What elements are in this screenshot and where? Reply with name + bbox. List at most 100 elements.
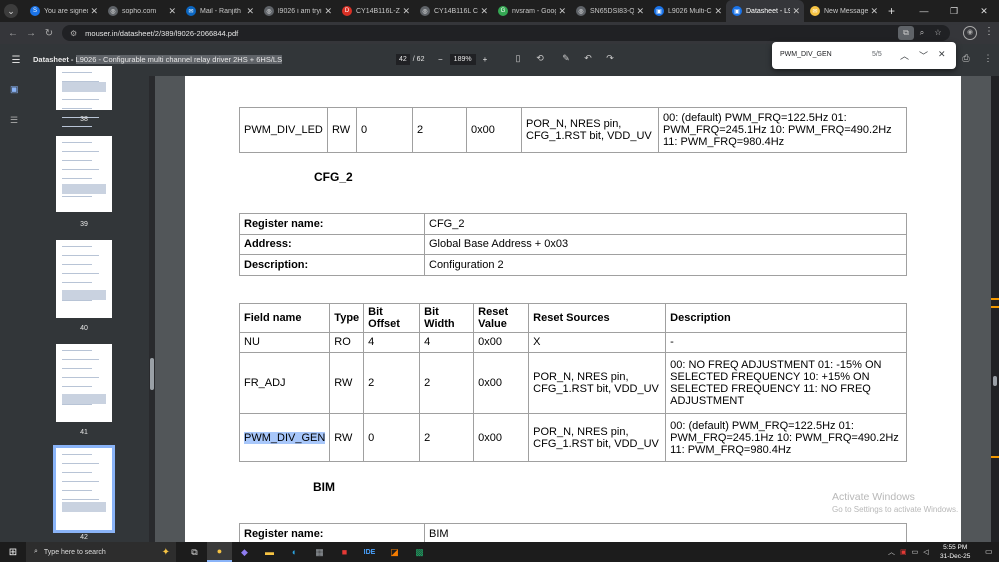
file-explorer-icon[interactable]: ▬ xyxy=(257,542,282,562)
app-red-icon[interactable]: ■ xyxy=(332,542,357,562)
reset-cell: 0x00 xyxy=(473,413,530,462)
rotate-icon[interactable]: ⟲ xyxy=(529,53,551,64)
description-cell: 00: (default) PWM_FRQ=122.5Hz 01: PWM_FR… xyxy=(658,107,907,153)
new-tab-icon[interactable]: + xyxy=(888,4,895,18)
zoom-out-icon[interactable]: − xyxy=(438,55,443,64)
annotate-icon[interactable]: ✎ xyxy=(555,53,577,64)
zoom-level[interactable]: 189% xyxy=(449,54,476,65)
browser-tab[interactable]: ✉ Mail - Ranjith ✕ xyxy=(180,0,258,22)
page-number-input[interactable]: 42 xyxy=(396,54,410,65)
tray-app-icon[interactable]: ▣ xyxy=(900,548,907,556)
tab-favicon-icon: S xyxy=(30,6,40,16)
thumbnails-view-icon[interactable]: ▣ xyxy=(10,84,19,95)
viewer-scrollbar[interactable] xyxy=(991,76,999,542)
page-thumbnail[interactable] xyxy=(56,240,112,318)
field-name-cell: PWM_DIV_GEN xyxy=(238,413,331,462)
forward-icon[interactable]: → xyxy=(22,28,40,39)
tab-close-icon[interactable]: ✕ xyxy=(792,6,800,17)
page-total: / 62 xyxy=(412,56,425,63)
site-info-icon[interactable]: ⚙ xyxy=(70,29,77,38)
find-next-icon[interactable]: ﹀ xyxy=(919,49,928,62)
tab-search-icon[interactable]: ⌄ xyxy=(4,4,18,18)
back-icon[interactable]: ← xyxy=(4,28,22,39)
tab-title: Datasheet - L9 xyxy=(746,7,791,15)
tab-favicon-icon: D xyxy=(342,6,352,16)
chrome-taskbar-icon[interactable]: ● xyxy=(207,542,232,562)
tab-close-icon[interactable]: ✕ xyxy=(324,6,332,17)
description-cell: - xyxy=(665,332,907,353)
task-view-icon[interactable]: ⧉ xyxy=(182,542,207,562)
page-thumbnail[interactable] xyxy=(56,66,112,127)
tab-close-icon[interactable]: ✕ xyxy=(402,6,410,17)
copilot-taskbar-icon[interactable]: ◆ xyxy=(232,542,257,562)
bookmark-star-icon[interactable]: ☆ xyxy=(930,26,946,40)
windows-start-icon[interactable]: ⊞ xyxy=(0,547,26,558)
browser-tab[interactable]: ▣ L9026 Multi-Ch ✕ xyxy=(648,0,726,22)
print-icon[interactable]: ⎙ xyxy=(955,53,977,64)
tab-title: You are signed xyxy=(44,7,89,15)
browser-tab[interactable]: Gnvsram - Goog ✕ xyxy=(492,0,570,22)
find-close-icon[interactable]: ✕ xyxy=(938,49,946,60)
app-orange-icon[interactable]: ◪ xyxy=(382,542,407,562)
browser-tab[interactable]: ▣ Datasheet - L9 ✕ xyxy=(726,0,804,22)
zoom-icon[interactable]: ⌕ xyxy=(914,26,930,40)
more-icon[interactable]: ⋮ xyxy=(977,53,999,64)
tray-overflow-icon[interactable]: ︿ xyxy=(888,547,895,557)
minimize-icon[interactable]: — xyxy=(909,6,939,16)
address-bar[interactable]: ⚙ mouser.in/datasheet/2/389/l9026-206684… xyxy=(62,25,950,41)
translate-icon[interactable]: ⧉ xyxy=(898,26,914,40)
tab-close-icon[interactable]: ✕ xyxy=(246,6,254,17)
notifications-icon[interactable]: ▭ xyxy=(985,547,993,556)
pdf-menu-icon[interactable]: ☰ xyxy=(6,55,26,66)
zoom-in-icon[interactable]: + xyxy=(483,55,488,64)
browser-menu-icon[interactable]: ⋮ xyxy=(984,26,994,37)
tab-close-icon[interactable]: ✕ xyxy=(168,6,176,17)
network-icon[interactable]: ▭ xyxy=(912,548,919,556)
browser-tab[interactable]: ✉ New Message ✕ xyxy=(804,0,882,22)
close-window-icon[interactable]: ✕ xyxy=(969,6,999,17)
field-name-cell: FR_ADJ xyxy=(238,351,331,415)
reload-icon[interactable]: ↻ xyxy=(40,28,58,39)
tab-title: l9026 i am tryi xyxy=(278,7,322,15)
browser-tab[interactable]: ◎ CY14B116L CY ✕ xyxy=(414,0,492,22)
edge-taskbar-icon[interactable]: ◐ xyxy=(282,542,307,562)
restore-icon[interactable]: ❐ xyxy=(939,6,969,17)
page-thumbnail[interactable] xyxy=(56,344,112,422)
outline-view-icon[interactable]: ☰ xyxy=(10,115,19,126)
browser-tab[interactable]: ◎ sopho.com ✕ xyxy=(102,0,180,22)
info-value-cell: CFG_2 xyxy=(424,213,907,235)
tab-close-icon[interactable]: ✕ xyxy=(714,6,722,17)
tab-close-icon[interactable]: ✕ xyxy=(480,6,488,17)
tab-close-icon[interactable]: ✕ xyxy=(558,6,566,17)
taskbar: ⊞ ⌕ Type here to search ✦ ⧉ ● ◆ ▬ ◐ ▦ ■ … xyxy=(0,542,999,562)
page-indicator: 42 / 62 xyxy=(396,54,424,65)
find-previous-icon[interactable]: ︿ xyxy=(900,49,909,62)
tab-favicon-icon: ✉ xyxy=(186,6,196,16)
browser-tab[interactable]: ◎ l9026 i am tryi ✕ xyxy=(258,0,336,22)
width-cell: 2 xyxy=(419,351,475,415)
clock[interactable]: 5:55 PM 31-Dec-25 xyxy=(940,543,970,561)
browser-tab[interactable]: S You are signed ✕ xyxy=(24,0,102,22)
browser-tab[interactable]: D CY14B116L-ZS ✕ xyxy=(336,0,414,22)
reset-cell: 0x00 xyxy=(473,332,530,353)
redo-icon[interactable]: ↷ xyxy=(599,53,621,64)
volume-icon[interactable]: ◁ xyxy=(923,548,928,556)
tab-favicon-icon: G xyxy=(498,6,508,16)
page-thumbnail[interactable] xyxy=(53,445,115,533)
profile-avatar-icon[interactable]: ◉ xyxy=(963,26,977,40)
page-thumbnail[interactable] xyxy=(56,136,112,212)
offset-cell: 0 xyxy=(356,107,413,153)
tab-close-icon[interactable]: ✕ xyxy=(870,6,878,17)
excel-icon[interactable]: ▩ xyxy=(407,542,432,562)
tab-close-icon[interactable]: ✕ xyxy=(636,6,644,17)
find-input[interactable]: PWM_DIV_GEN xyxy=(780,51,832,58)
activate-windows-subtitle: Go to Settings to activate Windows. xyxy=(832,505,959,514)
ide-icon[interactable]: IDE xyxy=(357,542,382,562)
taskbar-search[interactable]: ⌕ Type here to search ✦ xyxy=(26,542,176,562)
fit-page-icon[interactable]: ▯ xyxy=(507,53,529,64)
browser-tab[interactable]: ◎ SN65DSI83-Q1 ✕ xyxy=(570,0,648,22)
undo-icon[interactable]: ↶ xyxy=(577,53,599,64)
zoom-controls: − 189% + xyxy=(438,54,487,65)
calculator-icon[interactable]: ▦ xyxy=(307,542,332,562)
tab-close-icon[interactable]: ✕ xyxy=(90,6,98,17)
